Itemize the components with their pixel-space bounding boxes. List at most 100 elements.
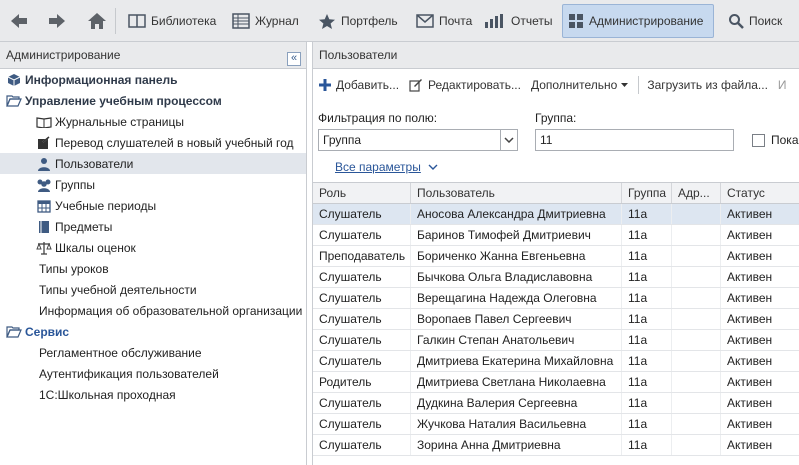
toolbar-search-button[interactable]: Поиск: [722, 4, 788, 38]
column-header-address[interactable]: Адр...: [672, 183, 721, 203]
toolbar-reports-button[interactable]: Отчеты: [478, 4, 558, 38]
open-book-icon: [36, 114, 52, 130]
load-from-file-button[interactable]: Загрузить из файла...: [647, 78, 768, 92]
sidebar-item-users[interactable]: Пользователи: [0, 153, 306, 174]
column-header-group[interactable]: Группа: [622, 183, 672, 203]
cell-address: [672, 351, 721, 371]
toolbar-portfolio-button[interactable]: Портфель: [312, 4, 404, 38]
sidebar-item-subjects[interactable]: Предметы: [0, 216, 306, 237]
toolbar-search-label: Поиск: [749, 14, 783, 28]
cell-role: Слушатель: [313, 309, 411, 329]
cell-user: Зорина Анна Дмитриевна: [411, 435, 622, 455]
sidebar-item-lesson-types[interactable]: Типы уроков: [0, 258, 306, 279]
sidebar-tree: Информационная панель Управление учебным…: [0, 69, 306, 405]
sidebar-item-label: 1С:Школьная проходная: [39, 387, 176, 402]
group-icon: [36, 177, 52, 193]
toolbar-divider: [115, 8, 116, 34]
transfer-icon: [36, 135, 52, 151]
action-cut-off[interactable]: И: [778, 78, 787, 92]
cell-address: [672, 435, 721, 455]
table-row[interactable]: Слушатель Галкин Степан Анатольевич 11а Акт…: [313, 330, 799, 351]
cell-address: [672, 225, 721, 245]
show-checkbox-label: Пока: [771, 133, 799, 147]
cell-address: [672, 267, 721, 287]
cell-address: [672, 288, 721, 308]
cell-user: Воропаев Павел Сергеевич: [411, 309, 622, 329]
column-header-status[interactable]: Статус: [721, 183, 799, 203]
toolbar-mail-button[interactable]: Почта: [410, 4, 478, 38]
search-icon: [728, 13, 744, 29]
table-row[interactable]: Преподаватель Бориченко Жанна Евгеньевна 1…: [313, 246, 799, 267]
toolbar-library-button[interactable]: Библиотека: [122, 4, 222, 38]
sidebar-item-service[interactable]: Сервис: [0, 321, 306, 342]
cell-group: 11а: [622, 246, 672, 266]
sidebar-item-maintenance[interactable]: Регламентное обслуживание: [0, 342, 306, 363]
column-header-user[interactable]: Пользователь: [411, 183, 622, 203]
sidebar-item-info-panel[interactable]: Информационная панель: [0, 69, 306, 90]
sidebar-item-study-process[interactable]: Управление учебным процессом: [0, 90, 306, 111]
cell-status: Активен: [721, 351, 799, 371]
sidebar-item-org-info[interactable]: Информация об образовательной организаци…: [0, 300, 306, 321]
toolbar-admin-button[interactable]: Администрирование: [562, 4, 714, 38]
cell-group: 11а: [622, 330, 672, 350]
calendar-icon: [36, 198, 52, 214]
table-row[interactable]: Слушатель Воропаев Павел Сергеевич 11а Акти…: [313, 309, 799, 330]
toolbar-library-label: Библиотека: [151, 14, 217, 28]
table-row[interactable]: Слушатель Зорина Анна Дмитриевна 11а Активе…: [313, 435, 799, 456]
more-dropdown[interactable]: Дополнительно: [531, 78, 629, 92]
arrow-left-icon[interactable]: [6, 6, 32, 36]
table-row[interactable]: Слушатель Баринов Тимофей Дмитриевич 11а Ак…: [313, 225, 799, 246]
table-row[interactable]: Слушатель Дмитриева Екатерина Михайловна 1…: [313, 351, 799, 372]
edit-button[interactable]: Редактировать...: [409, 78, 521, 92]
home-icon[interactable]: [84, 6, 110, 36]
cell-group: 11а: [622, 225, 672, 245]
cell-status: Активен: [721, 309, 799, 329]
filter-field-value: Группа: [323, 133, 362, 147]
table-row[interactable]: Слушатель Дудкина Валерия Сергеевна 11а Акт…: [313, 393, 799, 414]
cell-user: Дмитриева Светлана Николаевна: [411, 372, 622, 392]
sidebar-item-label: Управление учебным процессом: [25, 93, 222, 108]
table-row[interactable]: Слушатель Жучкова Наталия Васильевна 11а Ак…: [313, 414, 799, 435]
sidebar-item-journal-pages[interactable]: Журнальные страницы: [0, 111, 306, 132]
caret-down-icon: [621, 82, 629, 87]
edit-icon: [409, 78, 423, 92]
sidebar-item-checkpoint[interactable]: 1С:Школьная проходная: [0, 384, 306, 405]
cell-role: Родитель: [313, 372, 411, 392]
table-row[interactable]: Слушатель Верещагина Надежда Олеговна 11а А…: [313, 288, 799, 309]
cell-role: Слушатель: [313, 225, 411, 245]
sidebar-item-authentication[interactable]: Аутентификация пользователей: [0, 363, 306, 384]
table-row[interactable]: Слушатель Бычкова Ольга Владиславовна 11а А…: [313, 267, 799, 288]
sidebar-item-groups[interactable]: Группы: [0, 174, 306, 195]
all-params-link[interactable]: Все параметры: [335, 160, 438, 174]
sidebar-item-activity-types[interactable]: Типы учебной деятельности: [0, 279, 306, 300]
arrow-right-icon[interactable]: [44, 6, 70, 36]
cell-user: Галкин Степан Анатольевич: [411, 330, 622, 350]
table-row[interactable]: Слушатель Аносова Александра Дмитриевна 11…: [313, 204, 799, 225]
column-header-role[interactable]: Роль: [313, 183, 411, 203]
toolbar-journal-button[interactable]: Журнал: [226, 4, 305, 38]
collapse-icon[interactable]: «: [287, 52, 301, 66]
cell-user: Бычкова Ольга Владиславовна: [411, 267, 622, 287]
filter-field-select[interactable]: Группа: [318, 129, 518, 151]
chevron-down-icon[interactable]: [500, 130, 517, 150]
cell-user: Дудкина Валерия Сергеевна: [411, 393, 622, 413]
cell-group: 11а: [622, 435, 672, 455]
cell-user: Баринов Тимофей Дмитриевич: [411, 225, 622, 245]
filter-field-label: Фильтрация по полю:: [318, 111, 438, 125]
sidebar-item-label: Сервис: [25, 324, 70, 339]
sidebar-item-grade-scales[interactable]: Шкалы оценок: [0, 237, 306, 258]
group-input[interactable]: 11: [535, 129, 734, 151]
show-checkbox[interactable]: [752, 134, 765, 147]
cube-icon: [6, 72, 22, 88]
toolbar-journal-label: Журнал: [255, 14, 299, 28]
cell-address: [672, 204, 721, 224]
cell-role: Слушатель: [313, 330, 411, 350]
add-button-label: Добавить...: [336, 77, 400, 92]
table-row[interactable]: Родитель Дмитриева Светлана Николаевна 11а…: [313, 372, 799, 393]
sidebar-item-periods[interactable]: Учебные периоды: [0, 195, 306, 216]
sidebar-title: Администрирование: [6, 48, 121, 62]
sidebar-item-transfer[interactable]: Перевод слушателей в новый учебный год: [0, 132, 306, 153]
plus-icon: [319, 78, 331, 91]
add-button[interactable]: Добавить...: [319, 78, 399, 92]
cell-status: Активен: [721, 204, 799, 224]
